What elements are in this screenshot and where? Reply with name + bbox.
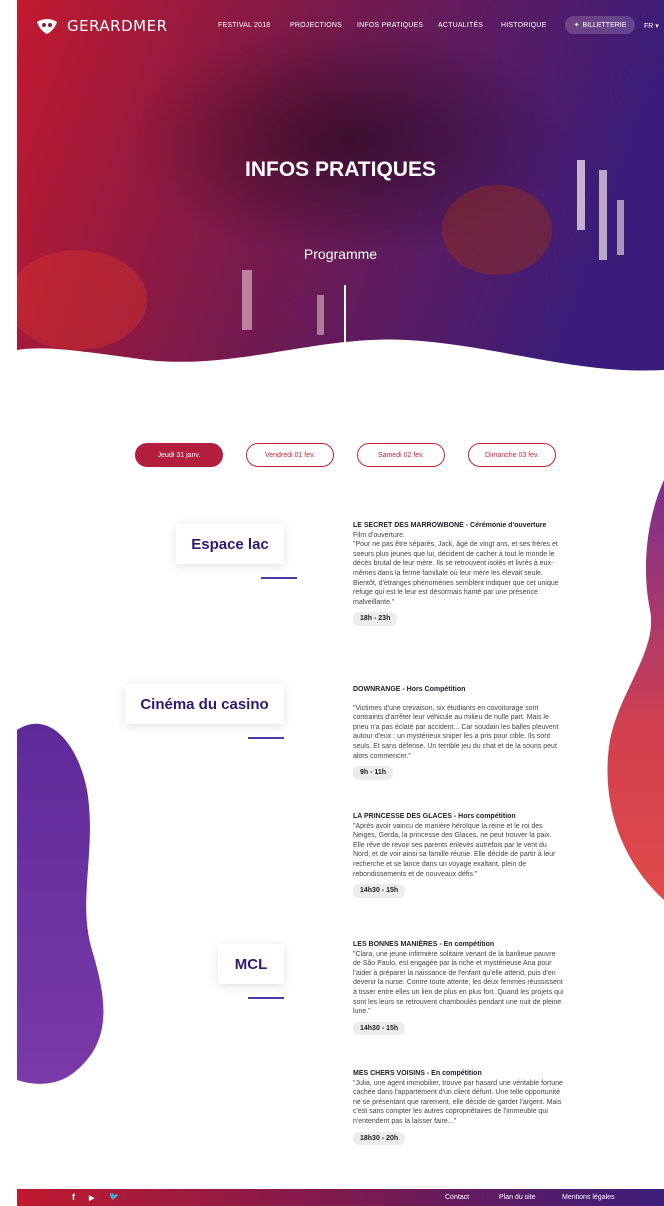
nav-historique[interactable]: HISTORIQUE bbox=[501, 22, 546, 29]
ticket-icon: ✦ bbox=[573, 22, 580, 29]
hero-background bbox=[17, 0, 664, 371]
hero-section: GERARDMER FESTIVAL 2018 PROJECTIONS INFO… bbox=[17, 0, 664, 390]
footer-legal-link[interactable]: Mentions légales bbox=[562, 1194, 615, 1201]
scroll-indicator bbox=[344, 285, 346, 343]
youtube-icon[interactable]: ▶ bbox=[89, 1194, 94, 1202]
nav-actualites[interactable]: ACTUALITÉS bbox=[438, 22, 483, 29]
venue-underline bbox=[248, 737, 284, 739]
venue-cinema-casino: Cinéma du casino bbox=[125, 684, 284, 724]
event-time-badge: 9h - 11h bbox=[353, 766, 394, 780]
footer-contact-link[interactable]: Contact bbox=[445, 1194, 469, 1201]
event-subtitle: Film d'ouverture. bbox=[353, 531, 405, 539]
event-time-badge: 18h30 - 20h bbox=[353, 1131, 406, 1146]
event-time-badge: 14h30 - 15h bbox=[353, 1021, 406, 1036]
nav-projections[interactable]: PROJECTIONS bbox=[290, 22, 342, 29]
day-tab-vendredi[interactable]: Vendredi 01 fev. bbox=[246, 443, 334, 467]
page: GERARDMER FESTIVAL 2018 PROJECTIONS INFO… bbox=[17, 0, 664, 1206]
event-princesse-glaces: LA PRINCESSE DES GLACES - Hors compétiti… bbox=[353, 812, 565, 898]
page-subtitle: Programme bbox=[303, 246, 378, 262]
left-decorative-blob bbox=[17, 723, 104, 1084]
event-title: LES BONNES MANIÈRES - En compétition bbox=[353, 941, 495, 948]
event-downrange: DOWNRANGE - Hors Compétition "Victimes d… bbox=[353, 685, 565, 780]
event-description: "Victimes d'une crevaison, six étudiants… bbox=[353, 704, 559, 760]
footer-sitemap-link[interactable]: Plan du site bbox=[499, 1194, 536, 1201]
venue-underline bbox=[261, 577, 297, 579]
venue-espace-lac: Espace lac bbox=[176, 524, 284, 564]
site-logo[interactable]: GERARDMER bbox=[35, 16, 168, 36]
venue-mcl: MCL bbox=[218, 944, 284, 984]
ticket-button[interactable]: ✦ BILLETTERIE bbox=[565, 16, 635, 34]
event-bonnes-manieres: LES BONNES MANIÈRES - En compétition "Cl… bbox=[353, 940, 565, 1036]
language-selector[interactable]: FR ▾ bbox=[644, 22, 659, 30]
day-tab-jeudi[interactable]: Jeudi 31 janv. bbox=[135, 443, 223, 467]
top-navigation: GERARDMER FESTIVAL 2018 PROJECTIONS INFO… bbox=[17, 0, 664, 52]
site-footer: f ▶ 🐦 Contact Plan du site Mentions léga… bbox=[17, 1189, 664, 1206]
event-title: DOWNRANGE - Hors Compétition bbox=[353, 686, 466, 693]
event-description: "Pour ne pas être séparés, Jack, âgé de … bbox=[353, 541, 559, 606]
day-tab-dimanche[interactable]: Dimanche 03 fev. bbox=[468, 443, 556, 467]
nav-infos-pratiques[interactable]: INFOS PRATIQUES bbox=[357, 22, 423, 29]
twitter-icon[interactable]: 🐦 bbox=[109, 1192, 119, 1201]
right-decorative-blob bbox=[607, 480, 664, 900]
page-title: INFOS PRATIQUES bbox=[245, 158, 436, 181]
event-title: LE SECRET DES MARROWBONE - Cérémonie d'o… bbox=[353, 522, 547, 529]
day-tab-samedi[interactable]: Samedi 02 fev. bbox=[357, 443, 445, 467]
event-time-badge: 18h - 23h bbox=[353, 612, 398, 626]
nav-festival[interactable]: FESTIVAL 2018 bbox=[218, 22, 270, 29]
brand-name: GERARDMER bbox=[67, 17, 168, 35]
venue-underline bbox=[248, 997, 284, 999]
event-description: "Julia, une agent immobilier, trouve par… bbox=[353, 1079, 563, 1125]
logo-icon bbox=[37, 19, 57, 34]
facebook-icon[interactable]: f bbox=[72, 1192, 75, 1202]
event-marrowbone: LE SECRET DES MARROWBONE - Cérémonie d'o… bbox=[353, 521, 565, 626]
event-time-badge: 14h30 - 15h bbox=[353, 884, 406, 898]
ticket-label: BILLETTERIE bbox=[582, 21, 627, 29]
event-title: LA PRINCESSE DES GLACES - Hors compétiti… bbox=[353, 813, 516, 820]
event-title: MES CHERS VOISINS - En compétition bbox=[353, 1070, 482, 1077]
event-description: "Après avoir vaincu de manière héroïque … bbox=[353, 822, 556, 878]
event-description: "Clara, une jeune infirmière solitaire v… bbox=[353, 950, 564, 1016]
event-mes-chers-voisins: MES CHERS VOISINS - En compétition "Juli… bbox=[353, 1069, 565, 1146]
